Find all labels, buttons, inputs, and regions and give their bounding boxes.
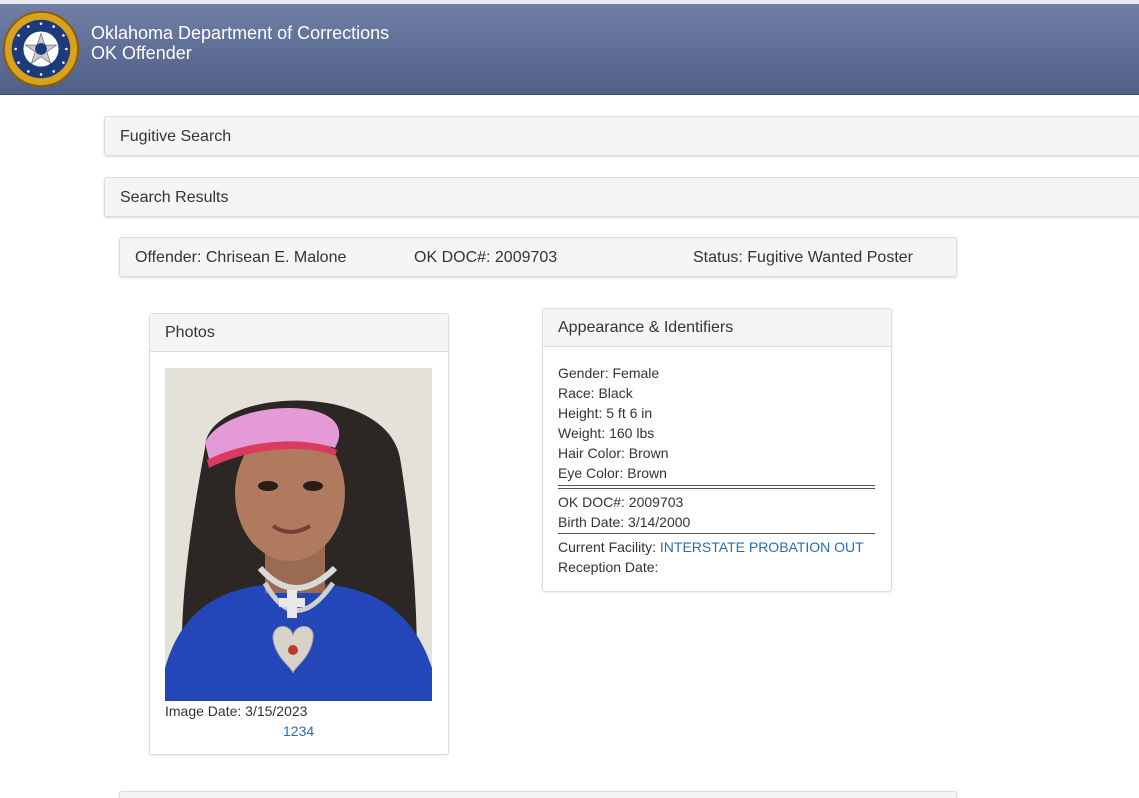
fugitive-search-panel[interactable]: Fugitive Search [104,116,1139,156]
offender-photo-image [165,368,432,701]
fugitive-search-heading[interactable]: Fugitive Search [120,128,231,146]
offender-photo [165,368,432,701]
appearance-panel-header: Appearance & Identifiers [543,309,891,347]
divider [558,533,875,534]
offender-name: Offender: Chrisean E. Malone [135,249,347,266]
site-header: Oklahoma Department of Corrections OK Of… [0,4,1139,95]
gender-field: Gender: Female [558,365,660,381]
current-facility-field: Current Facility: INTERSTATE PROBATION O… [558,537,864,557]
status-label: Status: [693,249,743,266]
oklahoma-seal-logo [2,10,80,88]
search-results-heading[interactable]: Search Results [120,189,229,207]
search-results-panel[interactable]: Search Results [104,177,1139,217]
race-field: Race: Black [558,385,633,401]
photo-page-1[interactable]: 1 [283,723,291,739]
eye-color-field: Eye Color: Brown [558,465,667,481]
offender-doc-number: OK DOC#: 2009703 [414,249,558,266]
photo-page-4[interactable]: 4 [306,723,314,739]
offender-status: Status: Fugitive Wanted Poster [693,249,913,267]
image-date: Image Date: 3/15/2023 [165,703,308,719]
photos-title: Photos [165,324,215,341]
photo-page-2[interactable]: 2 [291,723,299,739]
height-field: Height: 5 ft 6 in [558,405,653,421]
header-title: Oklahoma Department of Corrections OK Of… [91,23,389,63]
current-facility-link[interactable]: INTERSTATE PROBATION OUT [660,539,864,555]
wanted-poster-link[interactable]: Wanted Poster [808,249,913,266]
appearance-panel: Appearance & Identifiers Gender: Female … [542,308,892,592]
current-facility-label: Current Facility: [558,539,657,555]
weight-field: Weight: 160 lbs [558,425,655,441]
divider [558,488,875,489]
photos-panel-header: Photos [150,314,448,352]
app-name: OK Offender [91,43,192,63]
photo-pagination: 1234 [283,723,314,739]
doc-number-field: OK DOC#: 2009703 [558,494,684,510]
appearance-title: Appearance & Identifiers [558,319,734,336]
agency-name: Oklahoma Department of Corrections [91,23,390,43]
photos-panel: Photos Image Date: 3/15/2023 1234 [149,313,449,755]
status-value: Fugitive [747,249,804,266]
offender-summary-bar: Offender: Chrisean E. Malone OK DOC#: 20… [119,237,957,277]
reception-date-field: Reception Date: [558,559,659,575]
next-panel [119,791,957,798]
hair-color-field: Hair Color: Brown [558,445,669,461]
birth-date-field: Birth Date: 3/14/2000 [558,514,691,530]
divider [558,485,875,486]
